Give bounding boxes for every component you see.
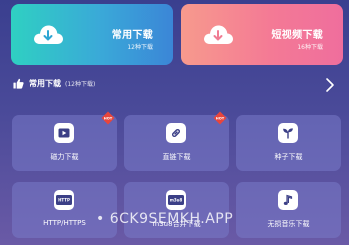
hot-badge-icon: HOT bbox=[101, 111, 115, 125]
hot-badge-icon: HOT bbox=[213, 111, 227, 125]
m3u8-icon: m3u8 bbox=[166, 190, 186, 210]
section-header: 常用下载 (12种下载) bbox=[13, 78, 95, 89]
hot-badge-text: HOT bbox=[216, 116, 225, 120]
tile-label: 无损音乐下载 bbox=[267, 220, 310, 228]
music-note-icon bbox=[278, 190, 298, 210]
section-title: 常用下载 bbox=[29, 79, 61, 88]
tile-label: 磁力下载 bbox=[50, 153, 79, 161]
short-video-download-card[interactable]: 短视频下载 16种下载 bbox=[181, 4, 343, 65]
common-download-title: 常用下载 bbox=[111, 30, 153, 41]
magnet-download-tile[interactable]: HOT 磁力下载 bbox=[12, 111, 117, 171]
short-video-download-count: 16种下载 bbox=[297, 44, 323, 51]
link-icon bbox=[166, 123, 186, 143]
thumbs-up-icon bbox=[13, 78, 24, 89]
common-download-card[interactable]: 常用下载 12种下载 bbox=[11, 4, 173, 65]
play-icon bbox=[54, 123, 74, 143]
m3u8-merge-download-tile[interactable]: m3u8 m3u8合并下载 bbox=[124, 182, 229, 238]
short-video-download-title: 短视频下载 bbox=[271, 30, 323, 41]
cloud-download-icon bbox=[204, 25, 233, 44]
http-icon-text: HTTP bbox=[58, 198, 70, 203]
section-count: (12种下载) bbox=[65, 81, 96, 88]
cloud-download-icon bbox=[34, 25, 63, 44]
direct-link-download-tile[interactable]: HOT 直链下载 bbox=[124, 111, 229, 171]
http-icon: HTTP bbox=[54, 190, 74, 210]
chevron-right-icon[interactable] bbox=[325, 77, 335, 93]
tile-label: 种子下载 bbox=[274, 153, 303, 161]
lossless-music-download-tile[interactable]: 无损音乐下载 bbox=[236, 182, 341, 238]
http-download-tile[interactable]: HTTP HTTP/HTTPS bbox=[12, 182, 117, 238]
seedling-icon bbox=[278, 123, 298, 143]
hot-badge-text: HOT bbox=[104, 116, 113, 120]
m3u8-icon-text: m3u8 bbox=[170, 198, 183, 203]
common-download-count: 12种下载 bbox=[127, 44, 153, 51]
tile-label: 直链下载 bbox=[162, 153, 191, 161]
watermark: • 6CK9SEMKH.APP bbox=[96, 211, 234, 227]
torrent-download-tile[interactable]: 种子下载 bbox=[236, 115, 341, 171]
